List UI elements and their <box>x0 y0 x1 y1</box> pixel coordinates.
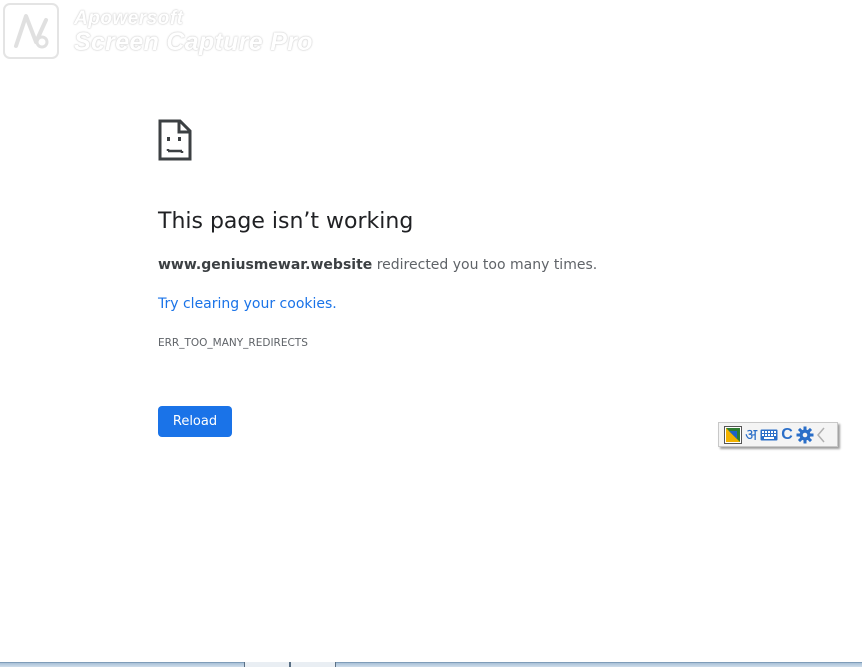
keyboard-button[interactable] <box>760 425 778 445</box>
page-title: This page isn’t working <box>158 209 414 234</box>
watermark-brand: Apowersoft <box>74 8 184 29</box>
toolbar-arrow-icon[interactable] <box>816 426 825 444</box>
error-message: redirected you too many times. <box>372 257 598 273</box>
watermark: Apowersoft Screen Capture Pro <box>0 0 320 62</box>
language-toggle[interactable]: अ <box>745 425 757 445</box>
input-tools-icon <box>724 425 742 444</box>
reload-button[interactable]: Reload <box>158 406 232 437</box>
keyboard-icon <box>760 429 778 440</box>
watermark-product: Screen Capture Pro <box>74 28 313 56</box>
sad-page-icon <box>158 119 192 161</box>
taskbar-button[interactable] <box>244 662 290 667</box>
error-code: ERR_TOO_MANY_REDIRECTS <box>158 337 308 349</box>
error-host: www.geniusmewar.website <box>158 257 373 273</box>
apowersoft-logo-icon <box>3 3 59 59</box>
taskbar-button[interactable] <box>290 662 336 667</box>
taskbar-edge <box>0 662 862 667</box>
input-tools-toolbar: अ C <box>718 422 838 447</box>
clear-cookies-link[interactable]: Try clearing your cookies. <box>158 296 337 312</box>
settings-button[interactable] <box>796 425 814 445</box>
c-button[interactable]: C <box>781 425 793 445</box>
gear-icon <box>796 426 814 443</box>
input-tools-logo-button[interactable] <box>724 425 742 445</box>
error-summary: www.geniusmewar.website redirected you t… <box>158 257 597 273</box>
